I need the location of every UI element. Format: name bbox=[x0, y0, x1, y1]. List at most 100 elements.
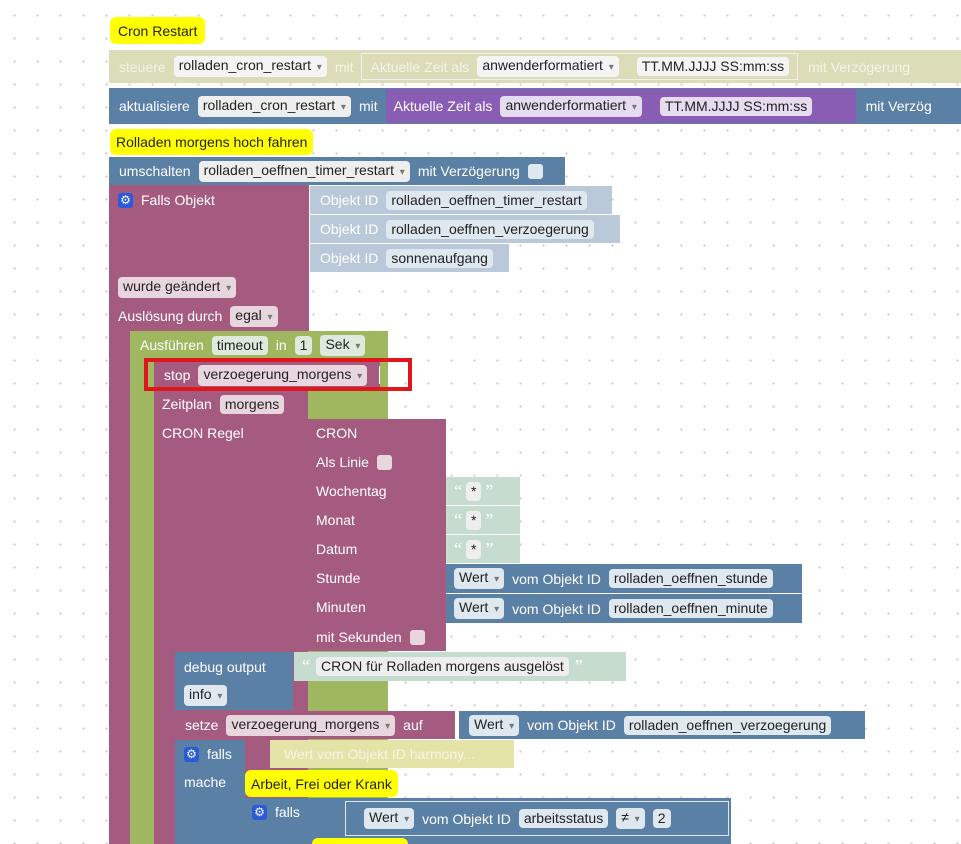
debug-level-dropdown[interactable]: info bbox=[184, 684, 228, 706]
cron-datum-row: Datum bbox=[312, 535, 361, 563]
steuere-format-dropdown[interactable]: anwenderformatiert bbox=[477, 56, 619, 77]
steuere-var-dropdown[interactable]: rolladen_cron_restart bbox=[173, 56, 327, 77]
umschalten-var-dropdown[interactable]: rolladen_oeffnen_timer_restart bbox=[198, 160, 410, 182]
compare-value-field[interactable]: 2 bbox=[652, 809, 671, 828]
cron-als-linie-row: Als Linie bbox=[312, 448, 396, 476]
objekt-id-input-2[interactable]: Objekt ID rolladen_oeffnen_verzoegerung bbox=[310, 215, 620, 243]
mache-row: mache bbox=[180, 768, 230, 796]
steuere-label: steuere bbox=[119, 58, 166, 75]
steuere-zeit-label: Aktuelle Zeit als bbox=[370, 58, 470, 75]
wert-dropdown[interactable]: Wert bbox=[454, 568, 505, 589]
changed-dropdown[interactable]: wurde geändert bbox=[118, 276, 237, 298]
aktualisiere-var-dropdown[interactable]: rolladen_cron_restart bbox=[197, 95, 351, 117]
block-umschalten[interactable]: umschalten rolladen_oeffnen_timer_restar… bbox=[109, 157, 565, 185]
timeout-in-label: in bbox=[275, 337, 287, 353]
timeout-value-field[interactable]: 1 bbox=[294, 335, 313, 355]
mache-label: mache bbox=[184, 774, 227, 790]
aktualisiere-time-block[interactable]: Aktuelle Zeit als anwenderformatiert TT.… bbox=[385, 89, 856, 123]
objekt-id-value[interactable]: sonnenaufgang bbox=[386, 248, 493, 268]
vom-objekt-label: vom Objekt ID bbox=[527, 717, 616, 733]
objekt-id-value[interactable]: rolladen_oeffnen_timer_restart bbox=[386, 190, 587, 210]
gear-icon[interactable]: ⚙ bbox=[184, 746, 199, 762]
inner-falls-header: ⚙ falls bbox=[248, 798, 304, 826]
setze-var-dropdown[interactable]: verzoegerung_morgens bbox=[226, 714, 396, 736]
block-steuere[interactable]: steuere rolladen_cron_restart mit Aktuel… bbox=[109, 50, 961, 83]
debug-header: debug output bbox=[180, 652, 270, 681]
debug-text-field[interactable]: CRON für Rolladen morgens ausgelöst bbox=[316, 657, 569, 676]
debug-text-block[interactable]: “ CRON für Rolladen morgens ausgelöst ” bbox=[294, 652, 626, 681]
timeout-var-field[interactable]: timeout bbox=[211, 335, 268, 355]
comment-arbeit[interactable]: Arbeit, Frei oder Krank bbox=[245, 770, 398, 797]
sekunden-label: mit Sekunden bbox=[316, 629, 402, 645]
wert-dropdown[interactable]: Wert bbox=[364, 808, 415, 829]
wochentag-value[interactable]: * bbox=[466, 481, 482, 501]
operator-dropdown[interactable]: ≠ bbox=[616, 808, 645, 829]
minute-id-field[interactable]: rolladen_oeffnen_minute bbox=[608, 599, 773, 618]
comment-text: Arbeit, Frei oder Krank bbox=[251, 775, 392, 792]
zeitplan-var-field[interactable]: morgens bbox=[219, 394, 285, 414]
wert-dropdown[interactable]: Wert bbox=[469, 714, 520, 736]
gear-icon[interactable]: ⚙ bbox=[252, 804, 267, 820]
aktualisiere-format-dropdown[interactable]: anwenderformatiert bbox=[500, 95, 642, 117]
debug-level-row: info bbox=[180, 681, 231, 709]
setze-value-block[interactable]: Wert vom Objekt ID rolladen_oeffnen_verz… bbox=[459, 711, 865, 739]
trigger-changed-row: wurde geändert bbox=[114, 273, 240, 301]
cron-regel-row: CRON Regel bbox=[158, 419, 248, 447]
comment-partial[interactable] bbox=[312, 838, 408, 844]
value-block-stunde[interactable]: Wert vom Objekt ID rolladen_oeffnen_stun… bbox=[446, 564, 802, 593]
objekt-id-input-1[interactable]: Objekt ID rolladen_oeffnen_timer_restart bbox=[310, 186, 612, 214]
comment-rolladen-morgens[interactable]: Rolladen morgens hoch fahren bbox=[110, 129, 314, 155]
zeitplan-row: Zeitplan morgens bbox=[158, 390, 288, 418]
vom-objekt-label: vom Objekt ID bbox=[422, 810, 511, 827]
aktualisiere-pattern-field[interactable]: TT.MM.JJJJ SS:mm:ss bbox=[659, 96, 813, 116]
aktualisiere-label: aktualisiere bbox=[119, 98, 190, 114]
wert-dropdown[interactable]: Wert bbox=[454, 598, 505, 619]
umschalten-verz-checkbox[interactable] bbox=[527, 163, 543, 179]
timeout-unit-dropdown[interactable]: Sek bbox=[320, 334, 366, 356]
quote-open-icon: “ bbox=[454, 480, 462, 501]
comment-text: Rolladen morgens hoch fahren bbox=[116, 134, 308, 150]
datum-value[interactable]: * bbox=[466, 539, 482, 559]
comment-cron-restart[interactable]: Cron Restart bbox=[110, 17, 206, 44]
minuten-label: Minuten bbox=[316, 599, 366, 615]
trigger-falls-label: Falls Objekt bbox=[141, 192, 215, 208]
timeout-header: Ausführen timeout in 1 Sek bbox=[136, 331, 369, 359]
text-block-datum[interactable]: “ * ” bbox=[446, 535, 520, 563]
arbeitsstatus-field[interactable]: arbeitsstatus bbox=[518, 809, 609, 828]
text-block-wochentag[interactable]: “ * ” bbox=[446, 477, 520, 505]
cron-sekunden-row: mit Sekunden bbox=[312, 623, 429, 651]
falls-condition-text: Wert vom Objekt ID harmony... bbox=[284, 746, 475, 762]
objekt-id-label: Objekt ID bbox=[320, 250, 379, 266]
falls-condition-block[interactable]: Wert vom Objekt ID harmony... bbox=[270, 740, 514, 768]
steuere-pattern-field[interactable]: TT.MM.JJJJ SS:mm:ss bbox=[636, 57, 790, 76]
setze-id-field[interactable]: rolladen_oeffnen_verzoegerung bbox=[623, 715, 832, 735]
gear-icon[interactable]: ⚙ bbox=[118, 192, 133, 208]
objekt-id-input-3[interactable]: Objekt ID sonnenaufgang bbox=[310, 244, 509, 272]
monat-value[interactable]: * bbox=[466, 510, 482, 530]
vom-objekt-label: vom Objekt ID bbox=[512, 570, 601, 587]
umschalten-verz-label: mit Verzögerung bbox=[417, 163, 520, 179]
steuere-time-block[interactable]: Aktuelle Zeit als anwenderformatiert TT.… bbox=[361, 53, 799, 80]
quote-close-icon: ” bbox=[574, 656, 583, 676]
block-aktualisiere[interactable]: aktualisiere rolladen_cron_restart mit A… bbox=[109, 88, 961, 124]
block-setze[interactable]: setze verzoegerung_morgens auf bbox=[175, 711, 455, 739]
cron-stunde-row: Stunde bbox=[312, 564, 364, 592]
inner-compare-block[interactable]: Wert vom Objekt ID arbeitsstatus ≠ 2 bbox=[345, 801, 729, 836]
ausloesung-label: Auslösung durch bbox=[118, 308, 223, 324]
cron-minuten-row: Minuten bbox=[312, 593, 370, 621]
steuere-mit-label: mit bbox=[334, 58, 354, 75]
comment-text: Cron Restart bbox=[118, 22, 198, 39]
stunde-id-field[interactable]: rolladen_oeffnen_stunde bbox=[608, 569, 773, 588]
value-block-minute[interactable]: Wert vom Objekt ID rolladen_oeffnen_minu… bbox=[446, 594, 802, 623]
quote-close-icon: ” bbox=[485, 509, 494, 530]
text-block-monat[interactable]: “ * ” bbox=[446, 506, 520, 534]
cron-regel-label: CRON Regel bbox=[162, 425, 244, 441]
als-linie-label: Als Linie bbox=[316, 454, 369, 470]
als-linie-checkbox[interactable] bbox=[376, 454, 392, 470]
objekt-id-value[interactable]: rolladen_oeffnen_verzoegerung bbox=[386, 219, 594, 239]
ausloesung-dropdown[interactable]: egal bbox=[230, 305, 278, 327]
sekunden-checkbox[interactable] bbox=[409, 629, 425, 645]
trigger-header: ⚙ Falls Objekt bbox=[114, 186, 219, 214]
quote-open-icon: “ bbox=[454, 509, 462, 530]
quote-open-icon: “ bbox=[302, 656, 310, 676]
